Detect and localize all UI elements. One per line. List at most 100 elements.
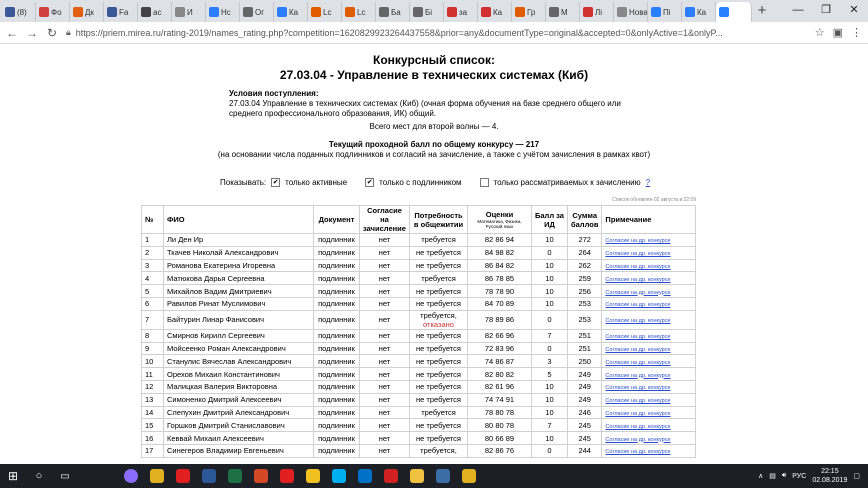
row-id-points: 10 — [531, 405, 568, 420]
maximize-icon[interactable]: ❐ — [812, 0, 840, 20]
network-icon[interactable]: ▤ — [769, 472, 776, 480]
browser-tab[interactable]: Ба — [376, 2, 410, 22]
excel-app-icon[interactable] — [222, 464, 248, 488]
row-sum: 259 — [566, 271, 603, 286]
row-name: Симоненко Дмитрий Алексеевич — [163, 392, 314, 407]
note-link[interactable]: Согласие на др. конкурсе — [605, 373, 670, 379]
note-link[interactable]: Согласие на др. конкурсе — [605, 398, 670, 404]
browser-tab[interactable]: Lc — [308, 2, 342, 22]
chrome-active-app-icon[interactable] — [456, 464, 482, 488]
note-link[interactable]: Согласие на др. конкурсе — [605, 334, 670, 340]
note-link[interactable]: Согласие на др. конкурсе — [605, 424, 670, 430]
browser-tab[interactable]: Fa — [104, 2, 138, 22]
extension-icon[interactable]: ▣ — [833, 26, 843, 39]
row-sum: 246 — [566, 405, 603, 420]
browser-tab[interactable] — [716, 2, 752, 22]
row-name: Байтурин Линар Фанисович — [163, 309, 314, 330]
note-link[interactable]: Согласие на др. конкурсе — [605, 302, 670, 308]
word-app-icon[interactable] — [196, 464, 222, 488]
forward-icon[interactable]: → — [26, 26, 38, 40]
note-link[interactable]: Согласие на др. конкурсе — [605, 347, 670, 353]
outlook-app-icon[interactable] — [352, 464, 378, 488]
reload-icon[interactable]: ↻ — [46, 26, 58, 40]
row-note: Согласие на др. конкурсе — [601, 418, 697, 433]
only-active-label[interactable]: только активные — [285, 178, 347, 187]
only-originals-checkbox[interactable]: ✔ — [365, 178, 375, 187]
browser-tab[interactable]: Фо — [36, 2, 70, 22]
language-indicator[interactable]: РУС — [792, 473, 806, 480]
only-active-checkbox[interactable]: ✔ — [271, 178, 281, 187]
browser-tab[interactable]: Ка — [682, 2, 716, 22]
browser-tab[interactable]: И — [172, 2, 206, 22]
browser-tab[interactable]: за — [444, 2, 478, 22]
notifications-icon[interactable]: ▢ — [853, 472, 860, 480]
browser-tab[interactable]: Ка — [274, 2, 308, 22]
note-link[interactable]: Согласие на др. конкурсе — [605, 385, 670, 391]
tab-favicon-icon — [583, 7, 593, 17]
row-name: Мойсеенко Роман Александрович — [163, 341, 314, 356]
note-link[interactable]: Согласие на др. конкурсе — [605, 318, 670, 324]
note-link[interactable]: Согласие на др. конкурсе — [605, 437, 670, 443]
task-view-icon[interactable]: ▭ — [52, 464, 78, 488]
note-link[interactable]: Согласие на др. конкурсе — [605, 251, 670, 257]
note-link[interactable]: Согласие на др. конкурсе — [605, 360, 670, 366]
row-number: 6 — [141, 296, 164, 311]
tab-favicon-icon — [379, 7, 389, 17]
table-row: 8 Смирнов Кирилл Сергеевич подлинник нет не … — [141, 328, 697, 343]
table-row: 5 Михайлов Вадим Дмитриевич подлинник нет не… — [141, 284, 697, 298]
search-icon[interactable]: ○ — [26, 464, 52, 488]
only-originals-label[interactable]: только с подлинником — [379, 178, 461, 187]
explorer-app-icon[interactable] — [404, 464, 430, 488]
start-button[interactable]: ⊞ — [0, 464, 26, 488]
row-dorm: не требуется — [409, 245, 468, 260]
minimize-icon[interactable]: — — [784, 0, 812, 20]
row-note: Согласие на др. конкурсе — [601, 271, 697, 286]
browser-tab[interactable]: Бі — [410, 2, 444, 22]
note-link[interactable]: Согласие на др. конкурсе — [605, 411, 670, 417]
skype-app-icon[interactable] — [326, 464, 352, 488]
bookmark-star-icon[interactable]: ☆ — [815, 26, 825, 39]
browser-tab[interactable]: Гр — [512, 2, 546, 22]
browser-tab[interactable]: (8) — [2, 2, 36, 22]
powerpoint-app-icon[interactable] — [248, 464, 274, 488]
browser-tab[interactable]: Ка — [478, 2, 512, 22]
row-sum: 245 — [566, 418, 603, 433]
new-tab-button[interactable]: + — [752, 2, 772, 22]
browser-tab[interactable]: Дк — [70, 2, 104, 22]
volume-icon[interactable]: 🔊︎ — [782, 472, 786, 480]
only-considered-checkbox[interactable] — [479, 178, 489, 187]
taskbar-apps — [118, 464, 482, 488]
only-considered-label[interactable]: только рассматриваемых к зачислению — [494, 178, 641, 187]
close-icon[interactable]: ✕ — [840, 0, 868, 20]
photos-app-icon[interactable] — [430, 464, 456, 488]
back-icon[interactable]: ← — [6, 26, 18, 40]
browser-tab[interactable]: М — [546, 2, 580, 22]
note-link[interactable]: Согласие на др. конкурсе — [605, 238, 670, 244]
url-field[interactable]: 🔒︎ https://priem.mirea.ru/rating-2019/na… — [66, 27, 807, 38]
browser-tab[interactable]: Пі — [648, 2, 682, 22]
note-link[interactable]: Согласие на др. конкурсе — [605, 277, 670, 283]
browser-tab[interactable]: Нс — [206, 2, 240, 22]
tray-arrow-icon[interactable]: ∧ — [758, 472, 763, 480]
yandex-browser-app-icon[interactable] — [300, 464, 326, 488]
opera-app-icon[interactable] — [170, 464, 196, 488]
help-link[interactable]: ? — [646, 178, 650, 187]
acrobat-app-icon[interactable] — [378, 464, 404, 488]
note-link[interactable]: Согласие на др. конкурсе — [605, 449, 670, 455]
note-link[interactable]: Согласие на др. конкурсе — [605, 264, 670, 270]
cortana-app-icon[interactable] — [118, 464, 144, 488]
browser-tab[interactable]: Новая — [614, 2, 648, 22]
tab-label: Lc — [323, 7, 332, 17]
row-dorm: требуется — [409, 405, 468, 420]
browser-tab[interactable]: Ог — [240, 2, 274, 22]
note-link[interactable]: Согласие на др. конкурсе — [605, 290, 670, 296]
yandex-app-icon[interactable] — [274, 464, 300, 488]
chrome-app-icon[interactable] — [144, 464, 170, 488]
browser-tab[interactable]: ас — [138, 2, 172, 22]
browser-tab[interactable]: Lc — [342, 2, 376, 22]
clock[interactable]: 22:15 02.08.2019 — [812, 467, 847, 485]
row-id-points: 10 — [531, 284, 568, 298]
browser-tab[interactable]: Лі — [580, 2, 614, 22]
menu-icon[interactable]: ⋮ — [851, 26, 862, 39]
table-row: 15 Горшков Дмитрий Станиславович подлинник… — [141, 418, 697, 433]
